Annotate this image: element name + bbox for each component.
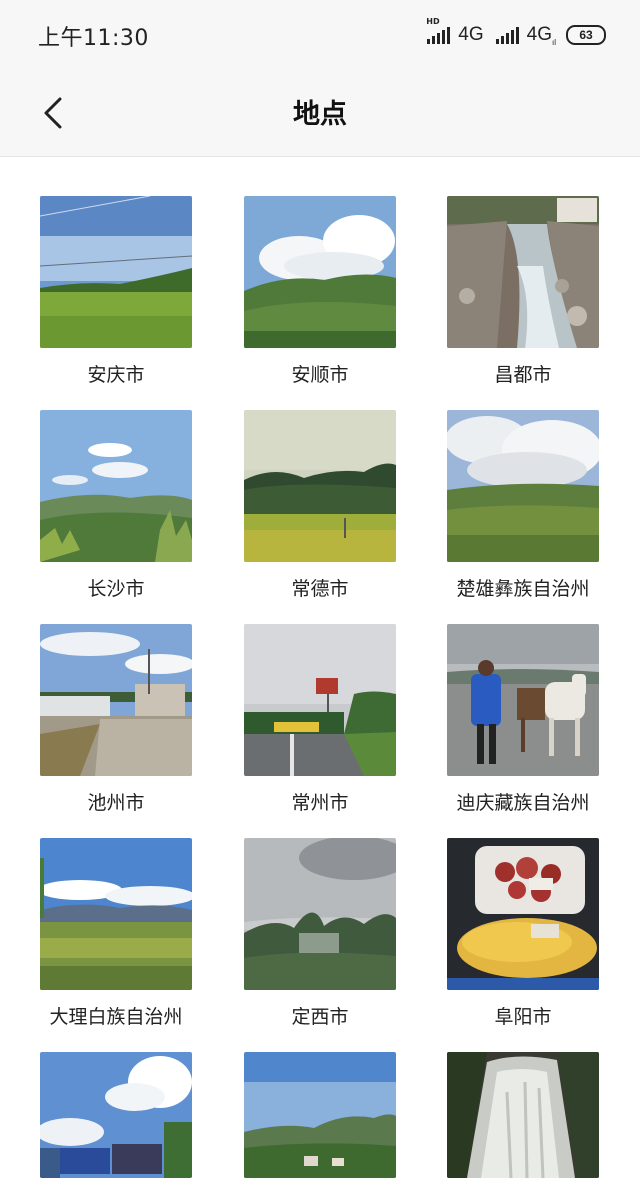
place-thumbnail xyxy=(40,624,192,776)
status-indicators: HD 4G 4Gıl 63 xyxy=(426,17,606,48)
place-label: 长沙市 xyxy=(87,578,145,600)
battery-icon: 63 xyxy=(566,25,606,45)
network-label-2-text: 4G xyxy=(526,23,552,45)
place-tile[interactable]: 池州市 xyxy=(40,624,192,814)
place-thumbnail xyxy=(40,196,192,348)
place-label: 常德市 xyxy=(291,578,349,600)
place-label: 安顺市 xyxy=(291,364,349,386)
place-tile[interactable]: 长沙市 xyxy=(40,410,192,600)
place-thumbnail xyxy=(40,410,192,562)
place-tile[interactable] xyxy=(244,1052,396,1178)
page-title: 地点 xyxy=(293,99,347,130)
place-thumbnail xyxy=(244,624,396,776)
place-thumbnail xyxy=(244,1052,396,1178)
place-thumbnail xyxy=(40,838,192,990)
place-label: 昌都市 xyxy=(494,364,552,386)
place-tile[interactable]: 定西市 xyxy=(244,838,396,1028)
status-time: 上午11:30 xyxy=(38,26,149,51)
place-thumbnail xyxy=(447,1052,599,1178)
place-thumbnail xyxy=(40,1052,192,1178)
place-thumbnail xyxy=(244,410,396,562)
place-thumbnail xyxy=(447,410,599,562)
hd-badge: HD xyxy=(426,17,440,26)
signal-icon: HD xyxy=(426,17,451,44)
place-label: 阜阳市 xyxy=(494,1006,552,1028)
place-label: 楚雄彝族自治州 xyxy=(456,578,590,600)
place-thumbnail xyxy=(447,196,599,348)
place-tile[interactable] xyxy=(447,1052,599,1178)
place-label: 大理白族自治州 xyxy=(49,1006,183,1028)
place-label: 安庆市 xyxy=(87,364,145,386)
place-tile[interactable]: 楚雄彝族自治州 xyxy=(447,410,599,600)
place-thumbnail xyxy=(244,838,396,990)
place-tile[interactable]: 迪庆藏族自治州 xyxy=(447,624,599,814)
place-label: 迪庆藏族自治州 xyxy=(456,792,590,814)
place-label: 定西市 xyxy=(291,1006,349,1028)
network-label-2-sub: ıl xyxy=(552,37,556,47)
place-thumbnail xyxy=(244,196,396,348)
title-bar: 地点 xyxy=(0,70,640,157)
status-bar: 上午11:30 HD 4G 4Gıl 63 xyxy=(0,0,640,70)
place-tile[interactable]: 昌都市 xyxy=(447,196,599,386)
network-label-2: 4Gıl xyxy=(527,24,556,47)
place-tile[interactable]: 常州市 xyxy=(244,624,396,814)
place-tile[interactable] xyxy=(40,1052,192,1178)
place-label: 池州市 xyxy=(87,792,145,814)
signal-icon xyxy=(495,26,519,44)
place-tile[interactable]: 安顺市 xyxy=(244,196,396,386)
place-tile[interactable]: 阜阳市 xyxy=(447,838,599,1028)
place-tile[interactable]: 大理白族自治州 xyxy=(40,838,192,1028)
place-tile[interactable]: 安庆市 xyxy=(40,196,192,386)
place-thumbnail xyxy=(447,624,599,776)
place-thumbnail xyxy=(447,838,599,990)
place-tile[interactable]: 常德市 xyxy=(244,410,396,600)
network-label-1: 4G xyxy=(458,24,484,45)
place-label: 常州市 xyxy=(291,792,349,814)
